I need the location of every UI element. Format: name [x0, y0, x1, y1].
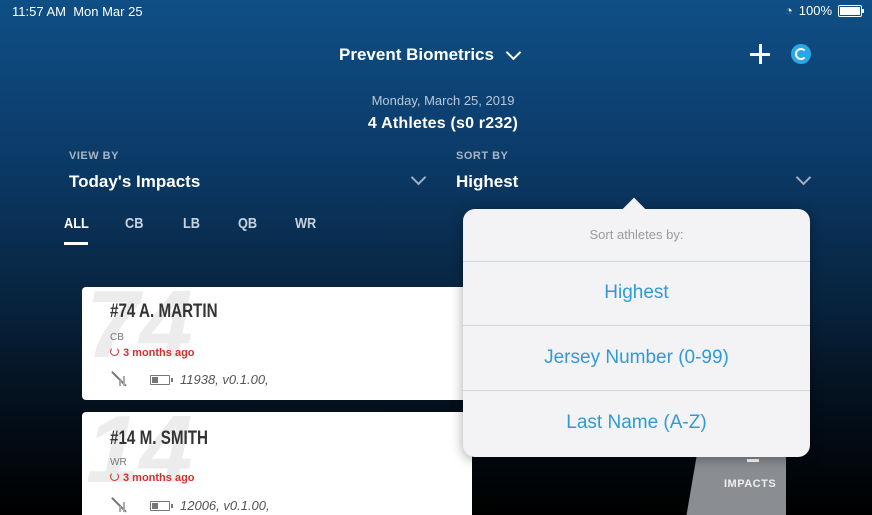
sync-icon[interactable] — [791, 44, 811, 64]
tab-cb[interactable]: CB — [125, 215, 143, 232]
sort-by-value[interactable]: Highest — [456, 172, 518, 192]
impacts-badge[interactable]: IMPACTS — [686, 448, 786, 515]
sync-icon — [110, 347, 119, 356]
chevron-down-icon — [505, 44, 522, 60]
device-info: 12006, v0.1.00, — [180, 498, 270, 513]
team-selector[interactable]: Prevent Biometrics — [339, 44, 522, 65]
tab-active-indicator — [64, 242, 88, 245]
status-date: Mon Mar 25 — [73, 4, 143, 19]
tab-lb[interactable]: LB — [183, 215, 200, 232]
view-by-label: VIEW BY — [69, 150, 119, 162]
last-sync: 3 months ago — [110, 347, 195, 359]
last-sync-text: 3 months ago — [123, 472, 195, 484]
status-time: 11:57 AM Mon Mar 25 — [12, 4, 143, 19]
popover-header: Sort athletes by: — [463, 209, 810, 262]
athlete-name: #14 M. SMITH — [110, 428, 208, 449]
wifi-icon: ◔ — [784, 3, 793, 18]
battery-icon — [838, 4, 864, 17]
session-date: Monday, March 25, 2019 — [371, 93, 515, 108]
sort-option-last-name[interactable]: Last Name (A-Z) — [463, 390, 810, 455]
sort-popover: Sort athletes by: Highest Jersey Number … — [463, 197, 810, 457]
sort-option-jersey-number[interactable]: Jersey Number (0-99) — [463, 325, 810, 390]
jersey-watermark: 14 — [86, 412, 193, 503]
status-right: ◔ 100% — [784, 3, 864, 18]
status-bar: 11:57 AM Mon Mar 25 ◔ 100% — [0, 0, 872, 22]
chevron-down-icon[interactable] — [795, 169, 812, 186]
athlete-name: #74 A. MARTIN — [110, 301, 218, 322]
last-sync: 3 months ago — [110, 472, 195, 484]
battery-low-icon — [150, 501, 173, 511]
no-signal-icon — [110, 496, 126, 512]
tab-all[interactable]: ALL — [64, 215, 89, 232]
sync-icon — [110, 472, 119, 481]
athlete-card[interactable]: 14 #14 M. SMITH WR 3 months ago 12006, v… — [82, 412, 472, 515]
last-sync-text: 3 months ago — [123, 347, 195, 359]
no-signal-icon — [110, 370, 126, 386]
status-clock: 11:57 AM — [12, 4, 66, 19]
athlete-card[interactable]: 74 #74 A. MARTIN CB 3 months ago 11938, … — [82, 287, 472, 400]
device-info: 11938, v0.1.00, — [180, 372, 269, 387]
impacts-label: IMPACTS — [724, 478, 777, 490]
battery-percent: 100% — [798, 3, 832, 18]
athlete-position: CB — [110, 332, 124, 343]
add-icon[interactable] — [749, 43, 771, 65]
sort-option-highest[interactable]: Highest — [463, 261, 810, 325]
view-by-value[interactable]: Today's Impacts — [69, 172, 200, 192]
tab-wr[interactable]: WR — [295, 215, 316, 232]
impacts-value — [747, 459, 759, 462]
battery-low-icon — [150, 375, 173, 385]
athlete-position: WR — [110, 457, 127, 468]
tab-qb[interactable]: QB — [238, 215, 257, 232]
app-screen: 11:57 AM Mon Mar 25 ◔ 100% Prevent Biome… — [0, 0, 872, 515]
jersey-watermark: 74 — [86, 287, 193, 378]
sort-by-label: SORT BY — [456, 150, 509, 162]
athlete-count: 4 Athletes (s0 r232) — [367, 115, 519, 132]
team-title: Prevent Biometrics — [339, 45, 494, 64]
chevron-down-icon[interactable] — [410, 169, 427, 186]
